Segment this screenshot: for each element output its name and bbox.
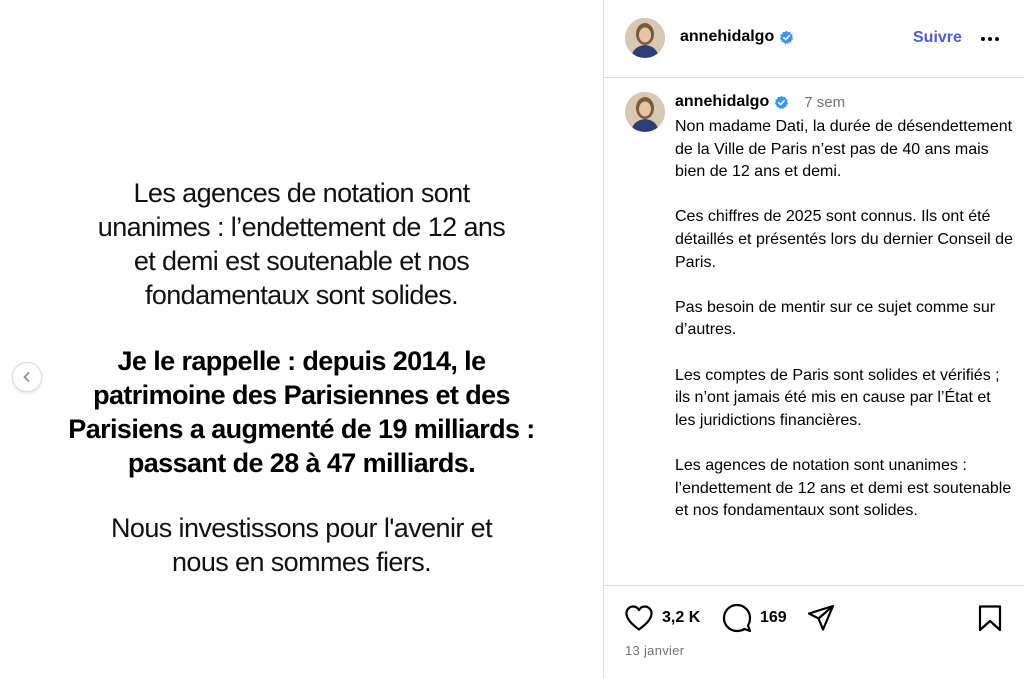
- more-options-button[interactable]: [978, 27, 1002, 51]
- header-user: annehidalgo: [680, 28, 794, 46]
- follow-button[interactable]: Suivre: [913, 29, 962, 47]
- comment-button[interactable]: 169: [722, 603, 787, 633]
- post-side-panel: annehidalgo Suivre annehidalgo 7 sem Non…: [603, 0, 1024, 679]
- caption-username[interactable]: annehidalgo: [675, 93, 769, 111]
- chevron-left-icon: [23, 372, 30, 382]
- post-actions: 3,2 K 169 13 janvier: [604, 585, 1024, 679]
- comment-count[interactable]: 169: [760, 609, 787, 627]
- verified-badge-icon: [774, 95, 789, 109]
- previous-slide-button[interactable]: [12, 362, 42, 392]
- like-button[interactable]: 3,2 K: [624, 603, 700, 633]
- post-date[interactable]: 13 janvier: [625, 643, 684, 658]
- bookmark-icon: [978, 605, 1002, 632]
- post-header: annehidalgo Suivre: [604, 0, 1024, 78]
- caption-timestamp[interactable]: 7 sem: [804, 94, 845, 111]
- post-media: Les agences de notation sont unanimes : …: [0, 0, 603, 679]
- profile-photo-icon: [625, 18, 665, 58]
- like-count[interactable]: 3,2 K: [662, 609, 700, 627]
- comment-icon: [722, 603, 752, 633]
- share-icon: [807, 604, 835, 631]
- caption-user: annehidalgo 7 sem: [675, 93, 845, 111]
- media-paragraph-3: Nous investissons pour l'avenir et nous …: [111, 513, 493, 577]
- header-username[interactable]: annehidalgo: [680, 28, 774, 46]
- media-paragraph-1: Les agences de notation sont unanimes : …: [97, 178, 506, 310]
- profile-photo-icon: [625, 92, 665, 132]
- avatar[interactable]: [625, 92, 665, 132]
- more-horizontal-icon: [981, 37, 999, 41]
- save-button[interactable]: [977, 603, 1003, 633]
- heart-icon: [625, 605, 653, 631]
- avatar[interactable]: [625, 18, 665, 58]
- media-paragraph-2: Je le rappelle : depuis 2014, le patrimo…: [68, 346, 535, 478]
- verified-badge-icon: [779, 30, 794, 44]
- share-button[interactable]: [806, 603, 836, 633]
- caption-text: Non madame Dati, la durée de désendettem…: [675, 118, 1013, 520]
- comments-area[interactable]: annehidalgo 7 sem Non madame Dati, la du…: [604, 79, 1024, 585]
